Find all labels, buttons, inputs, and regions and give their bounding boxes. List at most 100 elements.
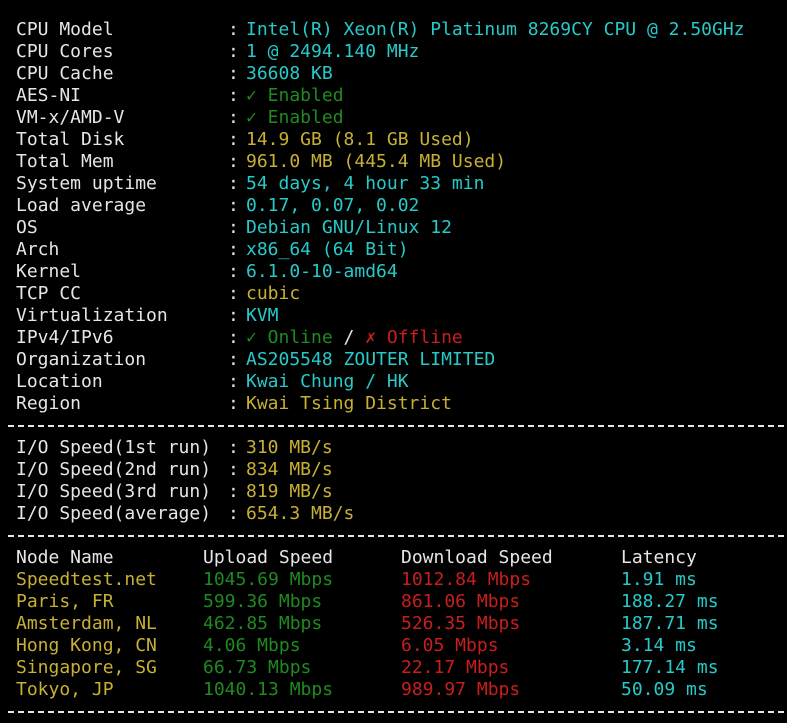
upload-speed: 599.36 Mbps (203, 591, 323, 612)
ipv-separator: : (228, 327, 250, 348)
ipv4-status: ✓ Online (246, 327, 333, 348)
upload-speed: 1045.69 Mbps (203, 569, 334, 590)
info-key: CPU Cores (16, 41, 114, 62)
info-key: TCP CC (16, 283, 82, 304)
io-speed-block: I/O Speed(1st run): 310 MB/s I/O Speed(2n… (16, 437, 787, 525)
info-separator: : (228, 305, 250, 326)
latency: 187.71 ms (621, 613, 719, 634)
info-value: KVM (246, 305, 279, 326)
download-speed: 1012.84 Mbps (401, 569, 532, 590)
info-separator: : (228, 371, 250, 392)
info-separator: : (228, 63, 250, 84)
terminal-window: CPU Model: Intel(R) Xeon(R) Platinum 826… (0, 0, 787, 723)
dashed-divider (8, 415, 784, 437)
info-value: AS205548 ZOUTER LIMITED (246, 349, 496, 370)
info-separator: : (228, 283, 250, 304)
info-key: I/O Speed(2nd run) (16, 459, 212, 480)
info-separator: : (228, 195, 250, 216)
info-separator: : (228, 19, 250, 40)
header-latency: Latency (621, 547, 697, 568)
system-info-row: Load average: 0.17, 0.07, 0.02 (16, 195, 787, 217)
ipv-key: IPv4/IPv6 (16, 327, 114, 348)
upload-speed: 462.85 Mbps (203, 613, 323, 634)
location-info-row: Region: Kwai Tsing District (16, 393, 787, 415)
info-separator: : (228, 239, 250, 260)
dashed-divider (8, 525, 784, 547)
info-key: Region (16, 393, 82, 414)
node-name: Paris, FR (16, 591, 114, 612)
info-value: 1 @ 2494.140 MHz (246, 41, 420, 62)
header-upload-speed: Upload Speed (203, 547, 334, 568)
info-separator: : (228, 261, 250, 282)
info-value: ✓ Enabled (246, 107, 344, 128)
info-key: Total Mem (16, 151, 114, 172)
info-value: 6.1.0-10-amd64 (246, 261, 398, 282)
info-key: Virtualization (16, 305, 168, 326)
info-separator: : (228, 393, 250, 414)
system-info-row: CPU Model: Intel(R) Xeon(R) Platinum 826… (16, 19, 787, 41)
info-value: Kwai Chung / HK (246, 371, 409, 392)
info-value: cubic (246, 283, 301, 304)
system-info-block: CPU Model: Intel(R) Xeon(R) Platinum 826… (16, 19, 787, 327)
info-key: AES-NI (16, 85, 82, 106)
dashed-divider (8, 701, 784, 723)
info-separator: : (228, 217, 250, 238)
table-row: Amsterdam, NL 462.85 Mbps 526.35 Mbps 187.7… (16, 613, 787, 635)
info-key: System uptime (16, 173, 157, 194)
info-separator: : (228, 41, 250, 62)
system-info-row: AES-NI: ✓ Enabled (16, 85, 787, 107)
info-value: Kwai Tsing District (246, 393, 452, 414)
info-separator: : (228, 173, 250, 194)
info-value: 961.0 MB (445.4 MB Used) (246, 151, 507, 172)
header-node-name: Node Name (16, 547, 114, 568)
location-info-row: Organization: AS205548 ZOUTER LIMITED (16, 349, 787, 371)
system-info-row: System uptime: 54 days, 4 hour 33 min (16, 173, 787, 195)
io-speed-row: I/O Speed(average): 654.3 MB/s (16, 503, 787, 525)
io-speed-row: I/O Speed(2nd run): 834 MB/s (16, 459, 787, 481)
system-info-row: Total Disk: 14.9 GB (8.1 GB Used) (16, 129, 787, 151)
info-key: CPU Model (16, 19, 114, 40)
speedtest-header-row: Node Name Upload Speed Download Speed La… (16, 547, 787, 569)
info-key: I/O Speed(average) (16, 503, 212, 524)
download-speed: 526.35 Mbps (401, 613, 521, 634)
table-row: Hong Kong, CN 4.06 Mbps 6.05 Mbps 3.14 ms (16, 635, 787, 657)
node-name: Amsterdam, NL (16, 613, 157, 634)
download-speed: 861.06 Mbps (401, 591, 521, 612)
info-value: 14.9 GB (8.1 GB Used) (246, 129, 474, 150)
node-name: Hong Kong, CN (16, 635, 157, 656)
info-key: Organization (16, 349, 147, 370)
info-key: VM-x/AMD-V (16, 107, 125, 128)
info-value: 834 MB/s (246, 459, 333, 480)
system-info-row: CPU Cache: 36608 KB (16, 63, 787, 85)
ipv6-status: ✗ Offline (365, 327, 463, 348)
info-separator: : (228, 129, 250, 150)
download-speed: 6.05 Mbps (401, 635, 499, 656)
info-separator: : (228, 151, 250, 172)
info-value: 310 MB/s (246, 437, 333, 458)
header-download-speed: Download Speed (401, 547, 553, 568)
latency: 50.09 ms (621, 679, 708, 700)
table-row: Paris, FR 599.36 Mbps 861.06 Mbps 188.27 ms (16, 591, 787, 613)
info-key: Kernel (16, 261, 82, 282)
latency: 1.91 ms (621, 569, 697, 590)
node-name: Tokyo, JP (16, 679, 114, 700)
info-key: I/O Speed(1st run) (16, 437, 212, 458)
ipv-row: IPv4/IPv6 : ✓ Online / ✗ Offline (16, 327, 787, 349)
info-key: Load average (16, 195, 147, 216)
info-value: 54 days, 4 hour 33 min (246, 173, 485, 194)
info-key: Arch (16, 239, 60, 260)
info-value: x86_64 (64 Bit) (246, 239, 409, 260)
system-info-row: CPU Cores: 1 @ 2494.140 MHz (16, 41, 787, 63)
system-info-row: Arch: x86_64 (64 Bit) (16, 239, 787, 261)
node-name: Speedtest.net (16, 569, 157, 590)
info-value: 36608 KB (246, 63, 333, 84)
info-separator: : (228, 85, 250, 106)
info-value: 819 MB/s (246, 481, 333, 502)
io-speed-row: I/O Speed(1st run): 310 MB/s (16, 437, 787, 459)
speedtest-table: Speedtest.net 1045.69 Mbps 1012.84 Mbps 1.9… (16, 569, 787, 701)
io-speed-row: I/O Speed(3rd run): 819 MB/s (16, 481, 787, 503)
info-key: Location (16, 371, 103, 392)
node-name: Singapore, SG (16, 657, 157, 678)
system-info-row: OS: Debian GNU/Linux 12 (16, 217, 787, 239)
info-separator: : (228, 503, 250, 524)
